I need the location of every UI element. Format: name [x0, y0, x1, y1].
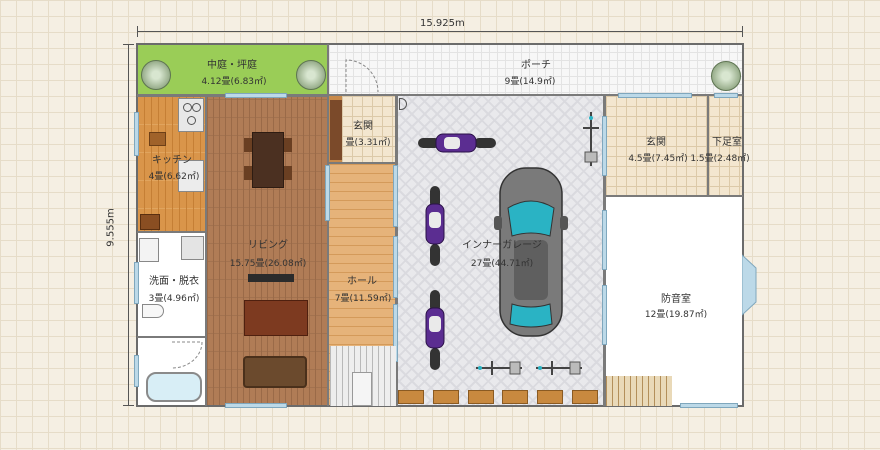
garage-door-panel: [572, 390, 598, 404]
motorcycle-icon: [425, 290, 445, 370]
porch-name: ポーチ: [521, 60, 551, 71]
dining-chair: [244, 138, 252, 152]
garage-name: インナーガレージ: [462, 240, 542, 251]
toilet: [142, 304, 164, 318]
kitchen-counter-box: [149, 132, 166, 146]
wall-kitchen-bottom: [137, 231, 207, 233]
hall-area: 7畳(11.59㎡): [334, 294, 392, 304]
window-garage-right-3: [602, 285, 607, 345]
hall-stair-landing: [352, 372, 372, 406]
entrance-shoe-shelf: [330, 100, 342, 160]
window-washroom-left: [134, 262, 139, 304]
window-kitchen-left: [134, 112, 139, 156]
soundproof-area: 12畳(19.87㎡): [644, 310, 708, 320]
plant-icon: [711, 61, 741, 91]
bay-window: [742, 254, 757, 316]
car-icon: [494, 167, 568, 337]
garage-door-panel: [468, 390, 494, 404]
window-entrance-big-top: [618, 93, 692, 98]
dining-chair: [284, 166, 292, 180]
tv-board: [248, 274, 294, 282]
plant-icon: [141, 60, 171, 90]
width-dim-tick-right: [742, 26, 743, 37]
window-soundproof-bottom: [680, 403, 738, 408]
kitchen-cooktop: [178, 98, 204, 132]
window-garage-right-2: [602, 210, 607, 270]
kitchen-burner: [183, 103, 192, 112]
kitchen-name: キッチン: [152, 155, 192, 166]
wall-kitchen-right: [205, 96, 207, 406]
wall-washroom-bottom: [137, 336, 207, 338]
wall-shoe-left: [707, 96, 709, 196]
bicycle-icon: [583, 112, 599, 166]
courtyard-area: 4.12畳(6.83㎡): [201, 77, 267, 87]
washroom-washer: [181, 236, 204, 260]
motorcycle-icon: [425, 186, 445, 266]
width-dim-tick-left: [137, 26, 138, 37]
garage-area: 27畳(44.71㎡): [470, 259, 534, 269]
washroom-name: 洗面・脱衣: [149, 276, 199, 287]
wall-porch-divider: [327, 44, 329, 96]
height-dimension-label: 9.555m: [105, 208, 117, 247]
washroom-sink: [139, 238, 159, 262]
motorcycle-icon: [418, 133, 496, 153]
bicycle-icon: [536, 361, 582, 375]
window-bath-left: [134, 355, 139, 387]
plant-icon: [296, 60, 326, 90]
wall-entrance-big-bottom: [606, 195, 743, 197]
soundproof-name: 防音室: [661, 294, 691, 305]
window-living-bottom: [225, 403, 287, 408]
soundproof-staircase: [606, 376, 672, 406]
garage-door-panel: [537, 390, 563, 404]
shoe-room-name: 下足室: [712, 137, 742, 148]
entrance-small-name: 玄関: [353, 121, 373, 132]
bathtub: [146, 372, 202, 402]
window-shoe-top: [714, 93, 738, 98]
window-garage-right-1: [602, 116, 607, 176]
door-swing-porch: [345, 59, 379, 93]
window-garage-left-1: [393, 165, 398, 227]
dining-chair: [244, 166, 252, 180]
sofa: [243, 356, 307, 388]
living-name: リビング: [248, 240, 288, 251]
width-dimension-label: 15.925m: [420, 18, 465, 29]
wall-living-right: [327, 96, 329, 406]
wall-entrance-bottom: [329, 162, 397, 164]
porch-area: 9畳(14.9㎡): [504, 77, 556, 87]
height-dim-tick-bottom: [123, 405, 134, 406]
height-dim-tick-top: [123, 44, 134, 45]
height-dimension-line: [128, 44, 129, 406]
hall-name: ホール: [347, 276, 377, 287]
courtyard-name: 中庭・坪庭: [207, 60, 257, 71]
kitchen-fridge: [140, 214, 160, 230]
kitchen-burner: [192, 103, 201, 112]
garage-door-panels: [398, 390, 603, 408]
window-living-right-upper: [325, 165, 330, 221]
entrance-big-area: 4.5畳(7.45㎡): [628, 154, 688, 164]
bicycle-icon: [476, 361, 522, 375]
entrance-small-area: 畳(3.31㎡): [345, 138, 391, 148]
dining-table: [252, 132, 284, 188]
living-area: 15.75畳(26.08㎡): [229, 259, 307, 269]
garage-door-panel: [433, 390, 459, 404]
garage-door-panel: [398, 390, 424, 404]
window-garage-left-2: [393, 236, 398, 298]
entrance-big-name: 玄関: [646, 137, 666, 148]
garage-door-panel: [502, 390, 528, 404]
width-dimension-line: [137, 31, 743, 32]
kitchen-burner: [187, 116, 196, 125]
kitchen-area: 4畳(6.62㎡): [148, 172, 200, 182]
window-living-top: [225, 93, 287, 98]
washroom-area: 3畳(4.96㎡): [148, 294, 200, 304]
door-swing-bath: [171, 341, 203, 369]
shoe-room-area: 1.5畳(2.48㎡): [690, 154, 750, 164]
dining-chair: [284, 138, 292, 152]
living-rug: [244, 300, 308, 336]
